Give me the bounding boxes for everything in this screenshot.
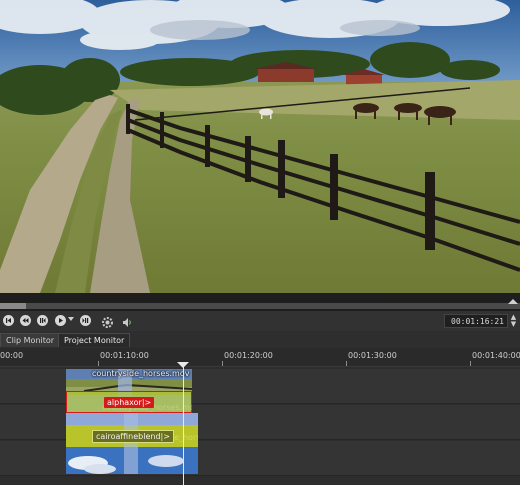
timeline-ruler[interactable]: 00:00 00:01:10:00 00:01:20:00 00:01:30:0…: [0, 348, 520, 367]
ruler-label: 00:01:20:00: [224, 351, 273, 360]
scrub-track[interactable]: [0, 303, 520, 309]
alphaxor-filter-label[interactable]: alphaxor|>: [104, 397, 155, 408]
scrub-bar[interactable]: [0, 293, 520, 311]
monitor-tabs: Clip Monitor Project Monitor: [0, 331, 520, 349]
playhead-line[interactable]: [183, 362, 184, 485]
skip-to-start-icon[interactable]: [3, 315, 14, 326]
rewind-icon[interactable]: [20, 315, 31, 326]
overlay-clip[interactable]: countryside_horses.mov cairoaffineblend|…: [66, 413, 198, 447]
ruler-label: 00:01:40:00: [472, 351, 520, 360]
timeline-tracks: countryside_horses.mov countryside_horse…: [0, 367, 520, 485]
spinbox-arrows-icon[interactable]: ▲ ▼: [509, 314, 518, 328]
scrub-end-marker: [508, 299, 518, 304]
ruler-tick: [346, 361, 347, 366]
scrub-progress: [0, 303, 26, 309]
preview-frame: [0, 0, 520, 293]
ruler-label: 00:01:10:00: [100, 351, 149, 360]
editor-window: 00:01:16:21 ▲ ▼ Clip Monitor Project Moni…: [0, 0, 520, 485]
cairoaffineblend-filter-label[interactable]: cairoaffineblend|>: [92, 430, 174, 443]
ruler-tick: [222, 361, 223, 366]
video-clip[interactable]: countryside_horses.mov countryside_horse…: [66, 369, 192, 413]
timecode-field[interactable]: 00:01:16:21: [444, 314, 508, 328]
sky-clip[interactable]: [66, 447, 198, 474]
ruler-tick: [98, 361, 99, 366]
tab-clip-monitor[interactable]: Clip Monitor: [0, 333, 61, 347]
video-preview[interactable]: [0, 0, 520, 293]
clip-name: countryside_horses.mov: [92, 369, 190, 378]
next-icon[interactable]: [80, 315, 91, 326]
ruler-tick: [470, 361, 471, 366]
volume-icon[interactable]: [121, 314, 134, 327]
transport-toolbar: 00:01:16:21 ▲ ▼: [0, 311, 520, 331]
play-options-chevron-down-icon[interactable]: [68, 317, 74, 321]
sky-clip-thumbnail: [66, 447, 198, 474]
ruler-label: 00:01:30:00: [348, 351, 397, 360]
previous-icon[interactable]: [37, 315, 48, 326]
tab-project-monitor[interactable]: Project Monitor: [58, 333, 131, 347]
ruler-label: 00:00: [0, 351, 24, 360]
settings-icon[interactable]: [101, 314, 114, 328]
play-icon[interactable]: [55, 315, 66, 326]
